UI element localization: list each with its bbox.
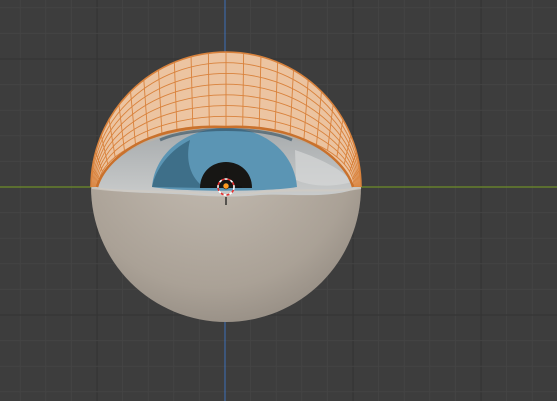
3d-viewport[interactable] — [0, 0, 557, 401]
viewport-canvas[interactable] — [0, 0, 557, 401]
object-origin-dot — [222, 182, 230, 190]
